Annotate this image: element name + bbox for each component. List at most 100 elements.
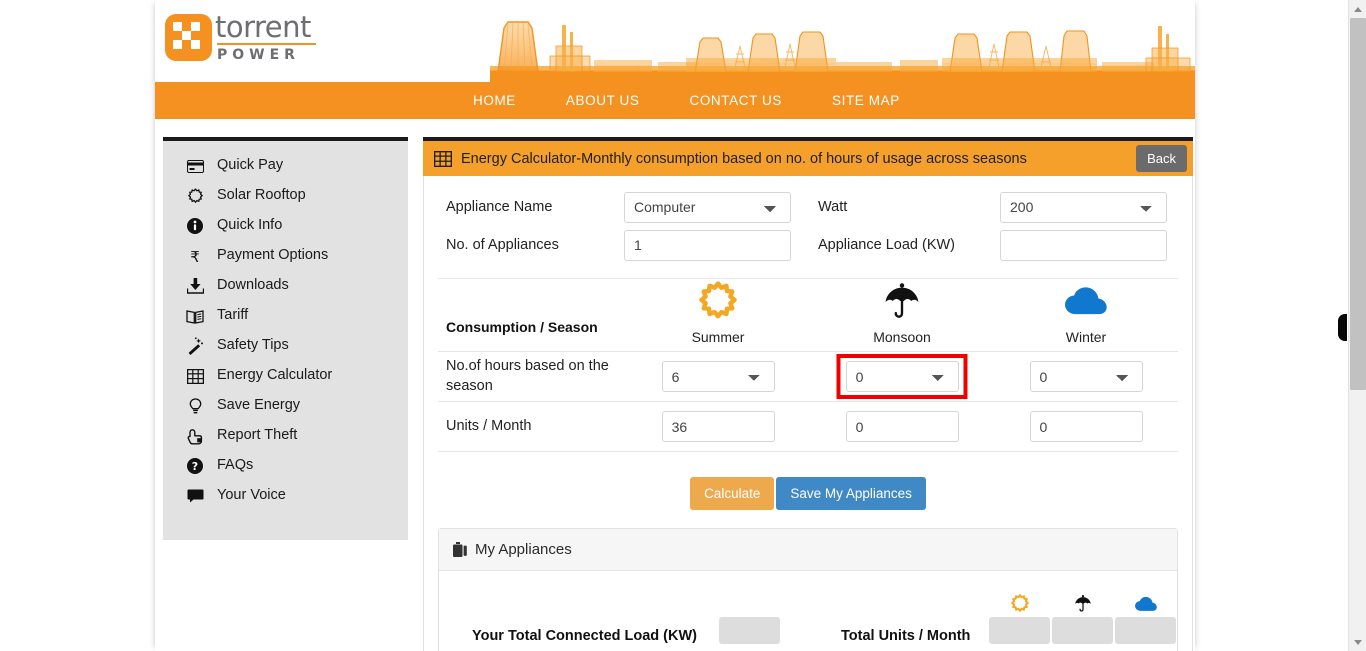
- brand-logo[interactable]: torrent POWER: [165, 13, 316, 62]
- units-cell-winter: [994, 411, 1178, 442]
- back-button[interactable]: Back: [1136, 145, 1187, 172]
- hours-select-winter[interactable]: 0: [1029, 361, 1143, 392]
- sun-icon: [989, 590, 1050, 614]
- total-units-winter-value: [1115, 617, 1177, 644]
- umbrella-icon: [1052, 590, 1113, 614]
- my-appliances-title: My Appliances: [475, 541, 572, 558]
- sidebar-item-payment-options[interactable]: ₹ Payment Options: [163, 241, 408, 271]
- download-icon: [184, 276, 206, 296]
- hours-row: No.of hours based on the season 6 0 0: [438, 352, 1178, 402]
- units-input-monsoon[interactable]: [845, 411, 959, 442]
- vertical-scrollbar[interactable]: [1348, 0, 1366, 651]
- sidebar-item-quick-pay[interactable]: Quick Pay: [163, 151, 408, 181]
- units-row-label: Units / Month: [446, 417, 532, 434]
- browser-viewport: torrent POWER HOME ABOUT US CONTACT US S…: [0, 0, 1366, 651]
- form-row-appliance: Appliance Name Computer Watt 200: [438, 188, 1178, 226]
- season-label: Winter: [1065, 329, 1107, 345]
- total-units-monsoon-value: [1052, 617, 1114, 644]
- units-input-summer[interactable]: [661, 411, 775, 442]
- panel-body: Appliance Name Computer Watt 200 No. of …: [423, 176, 1193, 651]
- edge-panel-toggle-handle[interactable]: [1338, 314, 1347, 341]
- units-input-winter[interactable]: [1029, 411, 1143, 442]
- lightbulb-icon: [184, 396, 206, 416]
- scroll-up-arrow-icon[interactable]: [1349, 0, 1366, 18]
- total-connected-load-label: Your Total Connected Load (KW): [472, 628, 697, 644]
- nav-item-about-us[interactable]: ABOUT US: [566, 93, 640, 108]
- appliance-load-label: Appliance Load (KW): [818, 237, 956, 253]
- season-consumption-table: Consumption / Season Summer Monsoon Wint…: [438, 278, 1178, 452]
- table-grid-icon: [184, 366, 206, 386]
- my-appliances-section: My Appliances Your Total Connected Load …: [438, 528, 1178, 651]
- sidebar-item-label: Tariff: [217, 307, 249, 324]
- energy-calculator-panel: Energy Calculator-Monthly consumption ba…: [423, 137, 1193, 651]
- sidebar-item-your-voice[interactable]: Your Voice: [163, 481, 408, 511]
- sidebar-item-label: FAQs: [217, 457, 254, 474]
- cloud-icon: [1063, 279, 1109, 325]
- watt-label: Watt: [818, 199, 848, 215]
- hours-select-summer[interactable]: 6: [661, 361, 775, 392]
- info-circle-icon: [184, 216, 206, 236]
- sidebar-item-label: Solar Rooftop: [217, 187, 306, 204]
- sidebar-item-save-energy[interactable]: Save Energy: [163, 391, 408, 421]
- season-label: Summer: [691, 329, 745, 345]
- sidebar-item-label: Report Theft: [217, 427, 298, 444]
- sidebar-item-downloads[interactable]: Downloads: [163, 271, 408, 301]
- form-row-count: No. of Appliances Appliance Load (KW): [438, 226, 1178, 264]
- sidebar-item-label: Quick Info: [217, 217, 283, 234]
- season-header-row: Consumption / Season Summer Monsoon Wint…: [438, 279, 1178, 352]
- consumption-season-label: Consumption / Season: [446, 319, 598, 335]
- scrollbar-thumb[interactable]: [1350, 18, 1366, 390]
- pointing-hand-icon: [184, 426, 206, 446]
- nav-item-site-map[interactable]: SITE MAP: [832, 93, 900, 108]
- sidebar-item-quick-info[interactable]: Quick Info: [163, 211, 408, 241]
- sidebar-item-faqs[interactable]: ? FAQs: [163, 451, 408, 481]
- total-units-summer-value: [989, 617, 1051, 644]
- sidebar-item-safety-tips[interactable]: Safety Tips: [163, 331, 408, 361]
- power-plant-illustration: [490, 0, 1195, 82]
- no-of-appliances-input[interactable]: [624, 229, 791, 261]
- units-row: Units / Month: [438, 402, 1178, 452]
- cloud-icon: [1115, 590, 1176, 614]
- sidebar-item-energy-calculator[interactable]: Energy Calculator: [163, 361, 408, 391]
- hours-cell-summer: 6: [626, 361, 810, 392]
- speech-bubble-icon: [184, 486, 206, 506]
- units-cell-monsoon: [810, 411, 994, 442]
- total-units-values: [989, 617, 1177, 644]
- sidebar-item-report-theft[interactable]: Report Theft: [163, 421, 408, 451]
- sidebar-item-label: Your Voice: [217, 487, 286, 504]
- main-navigation: HOME ABOUT US CONTACT US SITE MAP: [155, 82, 1195, 119]
- sidebar-item-tariff[interactable]: Tariff: [163, 301, 408, 331]
- season-column-monsoon: Monsoon: [810, 279, 994, 345]
- nav-item-contact-us[interactable]: CONTACT US: [689, 93, 782, 108]
- umbrella-icon: [881, 279, 923, 325]
- sidebar-item-label: Downloads: [217, 277, 289, 294]
- page-outer-left-margin: [0, 0, 155, 651]
- panel-header: Energy Calculator-Monthly consumption ba…: [423, 141, 1193, 176]
- brand-logo-text: torrent POWER: [215, 13, 316, 62]
- save-my-appliances-button[interactable]: Save My Appliances: [776, 477, 926, 510]
- nav-item-home[interactable]: HOME: [473, 93, 516, 108]
- hours-select-monsoon[interactable]: 0: [845, 361, 959, 392]
- no-of-appliances-label: No. of Appliances: [446, 237, 559, 253]
- sidebar-item-label: Safety Tips: [217, 337, 289, 354]
- season-label: Monsoon: [873, 329, 931, 345]
- appliance-name-select[interactable]: Computer: [624, 191, 791, 223]
- total-units-per-month-label: Total Units / Month: [841, 628, 971, 644]
- panel-title: Energy Calculator-Monthly consumption ba…: [461, 150, 1027, 167]
- magic-wand-icon: [184, 336, 206, 356]
- hours-cell-monsoon: 0: [810, 354, 994, 399]
- watt-select[interactable]: 200: [1000, 191, 1167, 223]
- calculate-button[interactable]: Calculate: [690, 477, 775, 510]
- sidebar-item-label: Quick Pay: [217, 157, 284, 174]
- sidebar-item-label: Energy Calculator: [217, 367, 333, 384]
- page-container: torrent POWER HOME ABOUT US CONTACT US S…: [155, 0, 1195, 651]
- book-icon: [184, 306, 206, 326]
- svg-text:₹: ₹: [190, 248, 200, 265]
- appliance-load-input[interactable]: [1000, 229, 1167, 261]
- scroll-down-arrow-icon[interactable]: [1349, 633, 1366, 651]
- question-circle-icon: ?: [184, 456, 206, 476]
- season-column-winter: Winter: [994, 279, 1178, 345]
- total-units-group: [989, 590, 1177, 644]
- sidebar-item-solar-rooftop[interactable]: Solar Rooftop: [163, 181, 408, 211]
- page-content: Quick Pay Solar Rooftop Quick Info ₹ Pay…: [155, 119, 1195, 651]
